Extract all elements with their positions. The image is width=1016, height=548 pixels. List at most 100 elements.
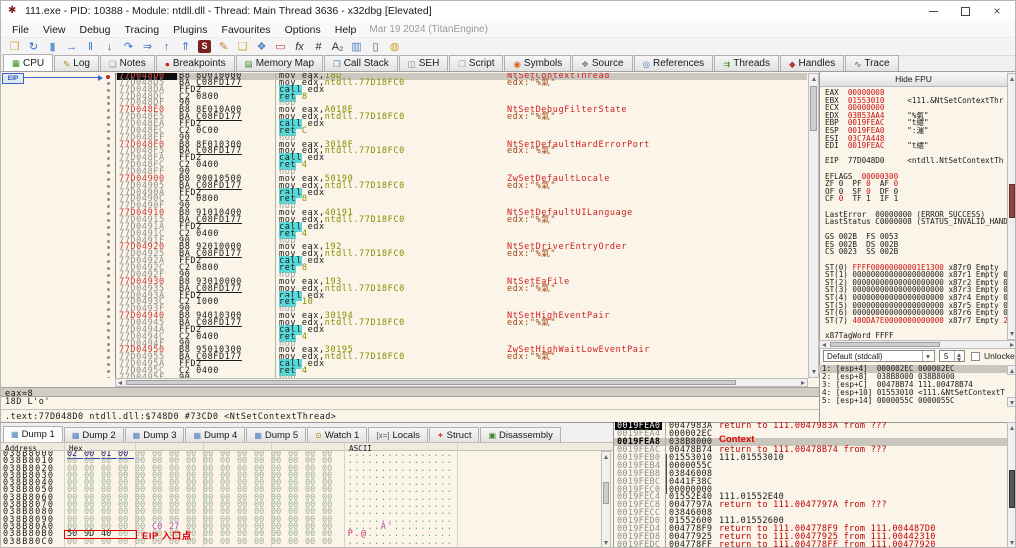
stack-row[interactable]: 0019FEDC 004778FF return to 111.004778FF f… — [614, 541, 1007, 547]
args-scroll-up[interactable] — [1007, 365, 1015, 375]
calling-convention-select[interactable]: Default (stdcall) — [823, 350, 935, 362]
eraser-icon[interactable]: ▭ — [271, 40, 290, 54]
pause-icon[interactable]: ‖ — [81, 40, 100, 54]
scroll-down-icon[interactable] — [1010, 541, 1014, 545]
menu-item-plugins[interactable]: Plugins — [166, 23, 214, 37]
dump-row[interactable]: 038B80C0 00 00 00 00 00 00 00 00 00 00 00 00 00 00 00 00… — [1, 536, 601, 547]
favourites-icon[interactable]: ❖ — [252, 40, 271, 54]
tab-notes[interactable]: ❏ Notes — [99, 55, 155, 71]
hash-icon[interactable]: # — [309, 40, 328, 54]
scroll-thumb[interactable] — [1009, 184, 1015, 218]
registers-hscrollbar[interactable] — [819, 340, 1015, 349]
stop-icon[interactable]: ▮ — [43, 40, 62, 54]
dump-tab-dump-4[interactable]: ▦ Dump 4 — [185, 427, 246, 442]
run-icon[interactable]: → — [62, 40, 81, 54]
register-line[interactable]: x87TagWord FFFF — [825, 332, 1007, 340]
scroll-up-icon[interactable] — [811, 77, 816, 81]
tab-breakpoints[interactable]: ● Breakpoints — [155, 55, 235, 71]
restore-button[interactable] — [949, 1, 981, 21]
registers-vscrollbar[interactable] — [1007, 73, 1015, 340]
scroll-right-icon[interactable] — [1010, 343, 1014, 347]
lamp-icon[interactable]: ◍ — [385, 40, 404, 54]
menu-item-tracing[interactable]: Tracing — [117, 23, 166, 37]
tab-trace[interactable]: ∿ Trace — [845, 55, 899, 71]
hex-byte: 00 — [305, 536, 316, 547]
scroll-down-icon[interactable] — [604, 541, 608, 545]
dump-tab-dump-5[interactable]: ▦ Dump 5 — [246, 427, 307, 442]
dump-vscrollbar[interactable] — [601, 451, 611, 547]
menu-item-help[interactable]: Help — [328, 23, 364, 37]
register-line[interactable]: LastStatus C0000008 (STATUS_INVALID_HAND — [825, 218, 1007, 226]
monitor-icon[interactable]: ▯ — [366, 40, 385, 54]
args-scroll-down[interactable] — [1007, 397, 1015, 407]
step-out-icon[interactable]: ↑ — [157, 40, 176, 54]
tab-cpu[interactable]: ▦ CPU — [3, 54, 54, 71]
settings-icon[interactable]: S — [198, 40, 211, 53]
step-over-icon[interactable]: ↷ — [119, 40, 138, 54]
font-icon[interactable]: A₂ — [328, 40, 347, 54]
restart-icon[interactable]: ↻ — [24, 40, 43, 54]
open-file-icon[interactable]: ❒ — [5, 40, 24, 54]
tab-symbols[interactable]: ◉ Symbols — [504, 55, 572, 71]
bullet-icon — [107, 81, 110, 85]
tab-source[interactable]: ❖ Source — [572, 55, 633, 71]
tab-handles[interactable]: ◆ Handles — [779, 55, 845, 71]
scroll-thumb[interactable] — [830, 342, 940, 347]
scroll-up-icon[interactable] — [1010, 426, 1014, 430]
dump-tab-bar: ▦ Dump 1 ▦ Dump 2 ▦ Dump 3 ▦ Dump 4 ▦ Dump 5 ⊙ Watc… — [1, 423, 613, 442]
fx-icon[interactable]: fx — [290, 40, 309, 54]
tab-seh[interactable]: ◫ SEH — [398, 55, 449, 71]
arg-count-stepper[interactable]: 5 — [939, 350, 965, 362]
tab-threads[interactable]: ⇉ Threads — [714, 55, 779, 71]
register-line[interactable]: CS 0023 SS 002B — [825, 248, 1007, 256]
hide-fpu-button[interactable]: Hide FPU — [820, 73, 1007, 87]
scroll-thumb[interactable] — [603, 482, 609, 504]
stack-vscrollbar[interactable] — [1007, 422, 1015, 547]
scroll-thumb[interactable] — [1009, 470, 1015, 508]
register-line[interactable]: CF 0 TF 1 IF 1 — [825, 195, 1007, 203]
menu-item-debug[interactable]: Debug — [73, 23, 118, 37]
scroll-up-icon[interactable] — [1010, 77, 1014, 81]
menu-item-favourites[interactable]: Favourites — [215, 23, 278, 37]
dump-tab-disassembly[interactable]: ▣ Disassembly — [480, 427, 561, 442]
tab-call-stack[interactable]: ❒ Call Stack — [324, 55, 398, 71]
menu-item-view[interactable]: View — [36, 23, 73, 37]
animate-icon[interactable]: ⇑ — [176, 40, 195, 54]
scroll-left-icon[interactable] — [822, 343, 826, 347]
scroll-up-icon[interactable] — [604, 455, 608, 459]
scroll-thumb[interactable] — [810, 86, 817, 131]
register-line[interactable]: EIP 77D048D0 <ntdll.NtSetContextTh — [825, 157, 1007, 165]
scroll-down-icon[interactable] — [1010, 332, 1014, 336]
register-line[interactable]: EDI 0019FEAC "t繧" — [825, 142, 1007, 150]
unlocked-checkbox[interactable] — [971, 351, 980, 361]
disassembly-hscrollbar[interactable] — [115, 378, 808, 387]
dump-tab-dump-2[interactable]: ▦ Dump 2 — [63, 427, 124, 442]
argument-row[interactable]: 5: [esp+14] 0000055C 0000055C — [819, 396, 1007, 405]
scroll-thumb[interactable] — [126, 380, 736, 385]
dump-tab-watch-1[interactable]: ⊙ Watch 1 — [307, 427, 368, 442]
step-into-icon[interactable]: ↓ — [100, 40, 119, 54]
dump-tab-dump-1[interactable]: ▦ Dump 1 — [3, 426, 63, 442]
menu-item-file[interactable]: File — [5, 23, 36, 37]
tab-memory-map[interactable]: ▤ Memory Map — [235, 55, 324, 71]
menu-item-options[interactable]: Options — [278, 23, 328, 37]
comment-icon[interactable]: ❏ — [233, 40, 252, 54]
tab-script[interactable]: ❐ Script — [449, 55, 504, 71]
combo-arrow[interactable] — [922, 351, 934, 361]
register-line[interactable]: ST(7) 400DA7E0000000000000 x87r7 Empty 2 — [825, 316, 1007, 325]
dump-tab-dump-3[interactable]: ▦ Dump 3 — [124, 427, 185, 442]
tab-log[interactable]: ✎ Log — [54, 55, 99, 71]
disassembly-vscrollbar[interactable] — [808, 73, 819, 378]
run-to-return-icon[interactable]: ⇒ — [138, 40, 157, 54]
stepper-arrows[interactable] — [954, 351, 964, 362]
dump-tab-locals[interactable]: [x=] Locals — [368, 427, 428, 442]
scroll-down-icon[interactable] — [811, 370, 816, 374]
dump-tab-struct[interactable]: ✦ Struct — [428, 427, 480, 442]
close-button[interactable]: × — [981, 1, 1013, 21]
scroll-left-icon[interactable] — [118, 381, 122, 385]
tab-references[interactable]: ◎ References — [633, 55, 714, 71]
scroll-right-icon[interactable] — [801, 381, 805, 385]
swap-icon[interactable]: ▥ — [347, 40, 366, 54]
minimize-button[interactable] — [917, 1, 949, 21]
assemble-icon[interactable]: ✎ — [214, 40, 233, 54]
